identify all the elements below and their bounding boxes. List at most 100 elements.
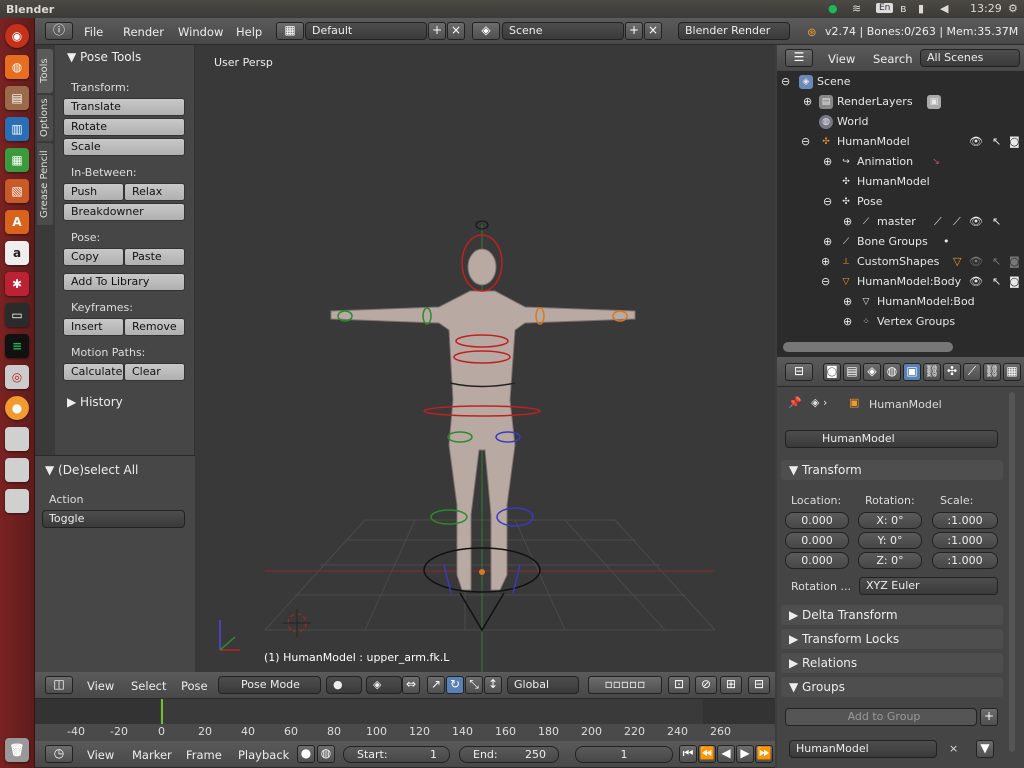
translate-manipulator-icon[interactable]: ↗ [427,676,445,694]
location-z-field[interactable]: 0.000 [785,552,849,569]
outliner-row-scene[interactable]: ⊖ ◈ Scene [777,72,1024,92]
location-x-field[interactable]: 0.000 [785,512,849,529]
outliner-row-armature-data[interactable]: ✣ HumanModel [777,172,1024,192]
renderability-camera-icon[interactable]: ◙ [1009,252,1020,272]
action-select[interactable]: Toggle [42,510,185,528]
remove-group-icon[interactable]: × [949,742,958,755]
delta-transform-panel-header[interactable]: ▶ Delta Transform [781,605,1003,625]
add-screen-button[interactable]: + [428,22,446,40]
power-icon[interactable]: ⚙ [1008,2,1018,15]
selectability-cursor-icon[interactable]: ↖ [992,252,1001,272]
spotify-tray-icon[interactable]: ● [828,2,838,15]
expand-icon[interactable]: ⊕ [823,152,832,172]
drive-icon[interactable] [5,427,29,451]
editor-type-outliner-icon[interactable]: ☰ [785,49,813,67]
scale-manipulator-icon[interactable]: ⤡ [465,676,483,694]
world-tab-icon[interactable]: ◍ [883,363,901,381]
transform-locks-panel-header[interactable]: ▶ Transform Locks [781,629,1003,649]
terminal-icon[interactable]: ▭ [5,303,29,327]
rotate-manipulator-icon[interactable]: ↻ [446,676,464,694]
breakdowner-button[interactable]: Breakdowner [63,203,185,221]
collapse-icon[interactable]: ⊖ [821,272,830,292]
pivot-point-select[interactable]: ◈ [366,676,402,694]
properties-scrollbar[interactable] [1009,392,1015,752]
rotation-x-field[interactable]: X: 0° [858,512,922,529]
collapse-icon[interactable]: ⊖ [823,192,832,212]
expand-icon[interactable]: ⊕ [803,92,812,112]
rotation-z-field[interactable]: Z: 0° [858,552,922,569]
expand-icon[interactable]: ⊕ [843,292,852,312]
transform-orientation-select[interactable]: Global [507,676,579,694]
scale-button[interactable]: Scale [63,138,185,156]
calculate-button[interactable]: Calculate [63,363,124,381]
bone-group-dot-icon[interactable]: • [943,232,950,252]
translate-button[interactable]: Translate [63,98,185,116]
render-tab-icon[interactable]: ◙ [823,363,841,381]
end-frame-field[interactable]: End: 250 [459,746,559,763]
action-icon[interactable]: ↘ [929,155,943,169]
scene-tab-icon[interactable]: ◈ [863,363,881,381]
menu-help[interactable]: Help [236,25,262,39]
menu-view[interactable]: View [87,748,114,762]
menu-marker[interactable]: Marker [132,748,172,762]
display-mode-select[interactable]: All Scenes [920,49,1020,67]
auto-ik-icon[interactable]: ⊟ [748,676,770,694]
scale-x-field[interactable]: :1.000 [932,512,998,529]
spotify-icon[interactable]: ≡ [5,334,29,358]
constraints-tab-icon[interactable]: ⛓ [923,363,941,381]
object-tab-icon[interactable]: ▣ [903,363,921,381]
rotation-y-field[interactable]: Y: 0° [858,532,922,549]
prev-keyframe-icon[interactable]: ⏪ [698,745,716,763]
bone-icon[interactable]: ⟋ [934,212,942,232]
scene-field[interactable]: Scene [502,22,624,40]
clock[interactable]: 13:29 [970,2,1002,15]
renderability-camera-icon[interactable]: ◙ [1009,272,1020,292]
amazon-icon[interactable]: a [5,241,29,265]
menu-view[interactable]: View [828,52,855,66]
current-frame-line[interactable] [161,699,163,724]
volume-icon[interactable]: ◀ [940,2,948,15]
snap-icon[interactable]: ⊞ [720,676,742,694]
scene-icon[interactable]: ◈ [472,22,500,40]
manipulator-toggle-icon[interactable]: ⇔ [402,676,420,694]
menu-file[interactable]: File [84,25,103,39]
render-layer-toggle-icon[interactable]: ▣ [927,95,941,109]
pin-icon[interactable]: 📌 [788,396,802,409]
add-group-button[interactable]: + [980,708,998,726]
expand-icon[interactable]: ⊕ [843,212,852,232]
files-icon[interactable]: ▤ [5,86,29,110]
play-reverse-icon[interactable]: ◀ [717,745,735,763]
jump-start-icon[interactable]: ⏮ [679,745,697,763]
record-icon[interactable]: ● [297,745,315,763]
add-to-library-button[interactable]: Add To Library [63,273,185,291]
push-button[interactable]: Push [63,183,124,201]
outliner-row-body[interactable]: ⊖ ▽ HumanModel:Body 👁 ↖ ◙ [777,272,1024,292]
current-frame-field[interactable]: 1 [575,746,673,763]
menu-render[interactable]: Render [123,25,164,39]
start-frame-field[interactable]: Start: 1 [343,746,450,763]
object-name-field[interactable]: HumanModel [785,430,998,448]
expand-icon[interactable]: ⊕ [843,312,852,332]
selectability-cursor-icon[interactable]: ↖ [992,132,1001,152]
bone-icon[interactable]: ⟋ [953,212,961,232]
collapse-icon[interactable]: ⊖ [801,132,810,152]
texture-tab-icon[interactable]: ▦ [1003,363,1021,381]
rotation-mode-select[interactable]: XYZ Euler [859,577,998,595]
battery-icon[interactable]: ▮ [918,2,924,15]
next-keyframe-icon[interactable]: ⏩ [755,745,773,763]
visibility-eye-icon[interactable]: 👁 [969,132,983,152]
scene-breadcrumb-icon[interactable]: ◈ › [811,396,827,409]
interaction-mode-select[interactable]: Pose Mode [218,676,321,694]
bone-tab-icon[interactable]: ⟋ [963,363,981,381]
tab-options[interactable]: Options [37,95,53,141]
scale-z-field[interactable]: :1.000 [932,552,998,569]
pose-tools-header[interactable]: ▼ Pose Tools [67,50,141,64]
outliner-row-customshapes[interactable]: ⊕ ⟂ CustomShapes ▽ 👁 ↖ ◙ [777,252,1024,272]
menu-frame[interactable]: Frame [186,748,222,762]
drive-icon[interactable] [5,458,29,482]
selectability-cursor-icon[interactable]: ↖ [992,272,1001,292]
renderability-camera-icon[interactable]: ◙ [1009,132,1020,152]
outliner-row-pose[interactable]: ⊖ ✣ Pose [777,192,1024,212]
tab-tools[interactable]: Tools [37,49,53,93]
editor-type-info-icon[interactable]: ⓘ [45,22,73,40]
